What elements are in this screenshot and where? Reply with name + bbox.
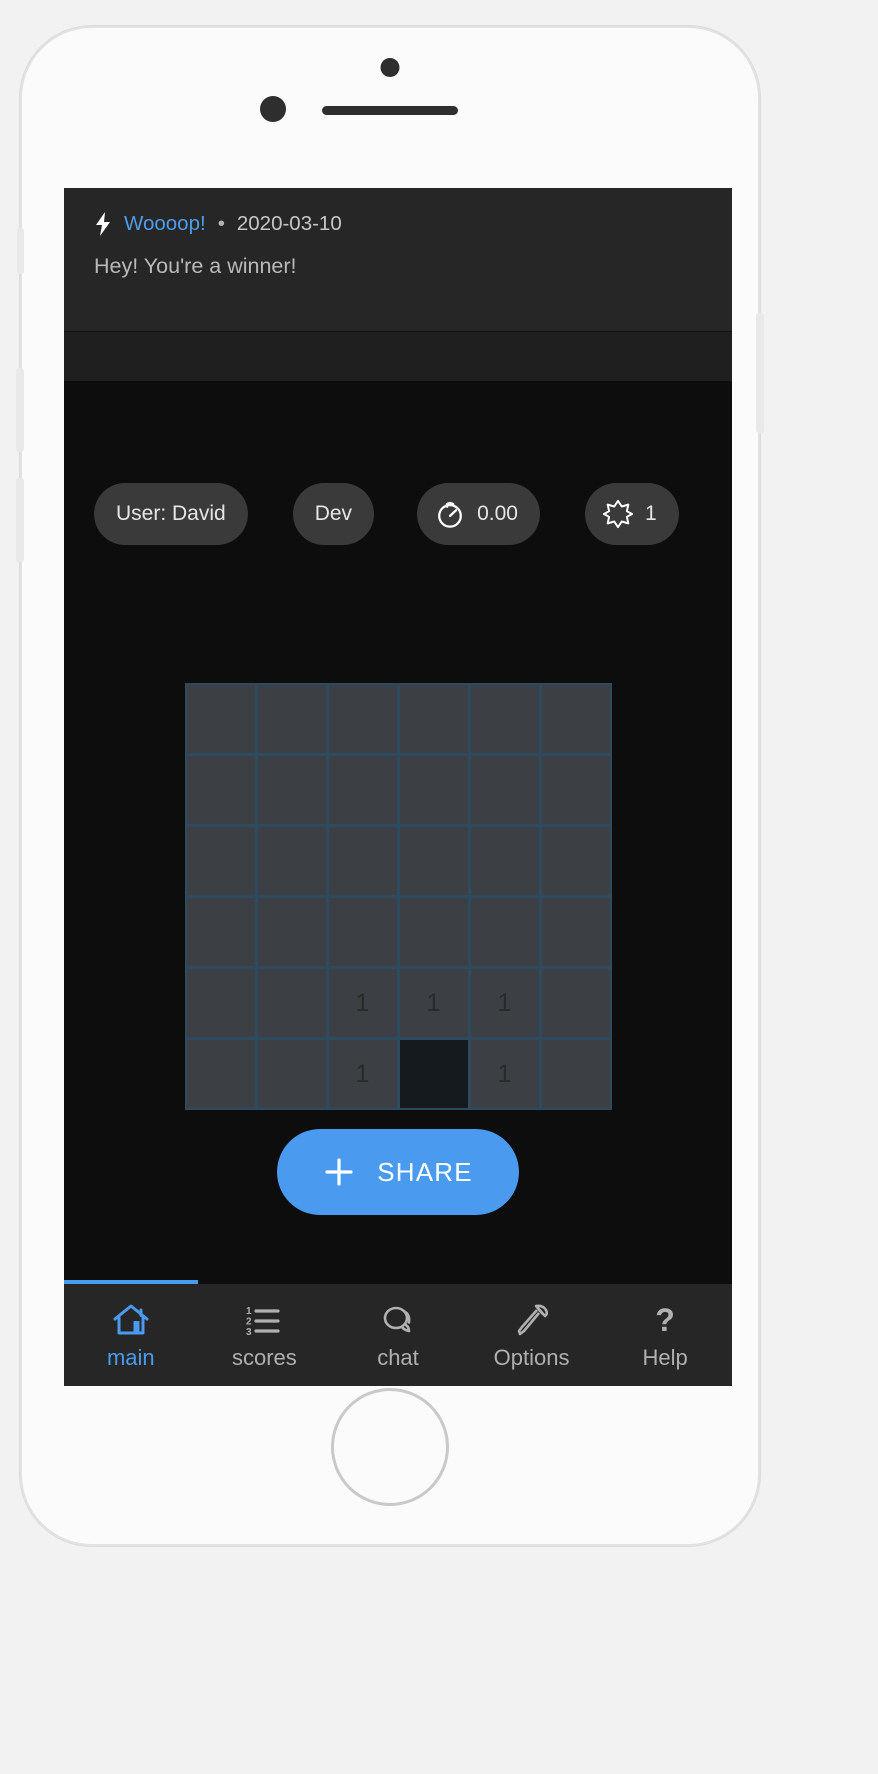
status-chip-timer-label: 0.00: [477, 502, 518, 525]
phone-screen: Woooop! • 2020-03-10 Hey! You're a winne…: [64, 188, 732, 1386]
nav-item-scores[interactable]: 1 2 3 scores: [198, 1284, 332, 1386]
nav-item-options-label: Options: [493, 1345, 570, 1370]
earpiece-speaker-icon: [322, 106, 458, 115]
grid-cell-r3-c3[interactable]: [398, 897, 469, 967]
game-board-container: 11111: [64, 683, 732, 1110]
grid-cell-r1-c0[interactable]: [185, 755, 256, 825]
nav-item-help-label: Help: [642, 1345, 688, 1370]
status-chip-timer[interactable]: 0.00: [417, 483, 540, 545]
grid-cell-r2-c5[interactable]: [540, 826, 611, 896]
grid-cell-r0-c1[interactable]: [256, 684, 327, 754]
nav-item-help[interactable]: ? Help: [598, 1284, 732, 1386]
notification-date: 2020-03-10: [236, 212, 342, 235]
grid-cell-r4-c1[interactable]: [256, 968, 327, 1038]
phone-frame: Woooop! • 2020-03-10 Hey! You're a winne…: [16, 26, 764, 1546]
power-button[interactable]: [756, 313, 764, 433]
status-chip-user-label: User: David: [116, 502, 226, 525]
lightning-bolt-icon: [96, 212, 110, 236]
nav-item-main[interactable]: main: [64, 1280, 198, 1386]
status-chip-row: User: David Dev 0.00 1: [64, 483, 732, 545]
grid-cell-r3-c5[interactable]: [540, 897, 611, 967]
grid-cell-r4-c0[interactable]: [185, 968, 256, 1038]
nav-item-options[interactable]: Options: [465, 1284, 599, 1386]
notification-header: Woooop! • 2020-03-10: [94, 212, 702, 236]
grid-cell-r5-c0[interactable]: [185, 1039, 256, 1109]
grid-cell-r5-c1[interactable]: [256, 1039, 327, 1109]
plus-icon: [325, 1158, 353, 1186]
grid-cell-r0-c2[interactable]: [327, 684, 398, 754]
grid-cell-r4-c5[interactable]: [540, 968, 611, 1038]
grid-cell-r2-c1[interactable]: [256, 826, 327, 896]
svg-text:2: 2: [246, 1317, 252, 1328]
notification-title: Woooop!: [124, 212, 206, 235]
grid-cell-r1-c3[interactable]: [398, 755, 469, 825]
share-button[interactable]: SHARE: [277, 1129, 519, 1215]
home-button[interactable]: [331, 1388, 449, 1506]
speech-bubble-icon: [383, 1306, 411, 1333]
grid-cell-r3-c1[interactable]: [256, 897, 327, 967]
notification-card[interactable]: Woooop! • 2020-03-10 Hey! You're a winne…: [64, 188, 732, 331]
svg-text:3: 3: [246, 1327, 252, 1338]
nav-item-scores-label: scores: [231, 1345, 297, 1370]
grid-cell-r4-c4[interactable]: 1: [469, 968, 540, 1038]
game-board[interactable]: 11111: [184, 683, 612, 1110]
grid-cell-r3-c0[interactable]: [185, 897, 256, 967]
grid-cell-r3-c4[interactable]: [469, 897, 540, 967]
proximity-sensor-icon: [260, 96, 286, 122]
grid-cell-r4-c3[interactable]: 1: [398, 968, 469, 1038]
burst-star-icon: [602, 499, 633, 529]
grid-cell-r1-c4[interactable]: [469, 755, 540, 825]
status-chip-mines[interactable]: 1: [584, 483, 679, 545]
volume-down-button[interactable]: [16, 478, 24, 562]
share-button-label: SHARE: [377, 1156, 473, 1187]
grid-cell-r1-c1[interactable]: [256, 755, 327, 825]
grid-cell-r4-c2[interactable]: 1: [327, 968, 398, 1038]
grid-cell-r2-c2[interactable]: [327, 826, 398, 896]
status-chip-mode[interactable]: Dev: [292, 483, 375, 545]
hammer-icon: [517, 1304, 548, 1336]
svg-text:?: ?: [655, 1302, 675, 1338]
notification-separator: •: [217, 212, 225, 235]
home-icon: [113, 1304, 149, 1335]
grid-cell-r5-c4[interactable]: 1: [469, 1039, 540, 1109]
numbered-list-icon: 1 2 3: [246, 1306, 280, 1338]
grid-cell-r2-c0[interactable]: [185, 826, 256, 896]
front-camera-icon: [380, 58, 400, 77]
grid-cell-r5-c5[interactable]: [540, 1039, 611, 1109]
grid-cell-r0-c4[interactable]: [469, 684, 540, 754]
grid-cell-r5-c3[interactable]: [398, 1039, 469, 1109]
nav-item-chat-label: chat: [377, 1345, 419, 1370]
grid-cell-r0-c3[interactable]: [398, 684, 469, 754]
volume-up-button[interactable]: [16, 368, 24, 452]
svg-text:1: 1: [246, 1306, 252, 1317]
stopwatch-icon: [438, 501, 462, 528]
grid-cell-r3-c2[interactable]: [327, 897, 398, 967]
bottom-navigation: main 1 2 3 scores chat Options ? Help: [64, 1280, 732, 1386]
share-row: SHARE: [64, 1129, 732, 1215]
notification-body: Hey! You're a winner!: [94, 254, 297, 278]
grid-cell-r1-c5[interactable]: [540, 755, 611, 825]
grid-cell-r2-c4[interactable]: [469, 826, 540, 896]
nav-item-chat[interactable]: chat: [331, 1284, 465, 1386]
status-chip-mode-label: Dev: [314, 502, 353, 525]
grid-cell-r5-c2[interactable]: 1: [327, 1039, 398, 1109]
silent-switch-button[interactable]: [17, 228, 24, 274]
question-mark-icon: ?: [655, 1302, 675, 1338]
grid-cell-r2-c3[interactable]: [398, 826, 469, 896]
grid-cell-r0-c5[interactable]: [540, 684, 611, 754]
nav-item-main-label: main: [106, 1345, 155, 1370]
status-chip-mines-label: 1: [644, 502, 657, 525]
grid-cell-r0-c0[interactable]: [185, 684, 256, 754]
grid-cell-r1-c2[interactable]: [327, 755, 398, 825]
status-chip-user[interactable]: User: David: [94, 483, 248, 545]
notification-footer-bar: [64, 331, 732, 381]
